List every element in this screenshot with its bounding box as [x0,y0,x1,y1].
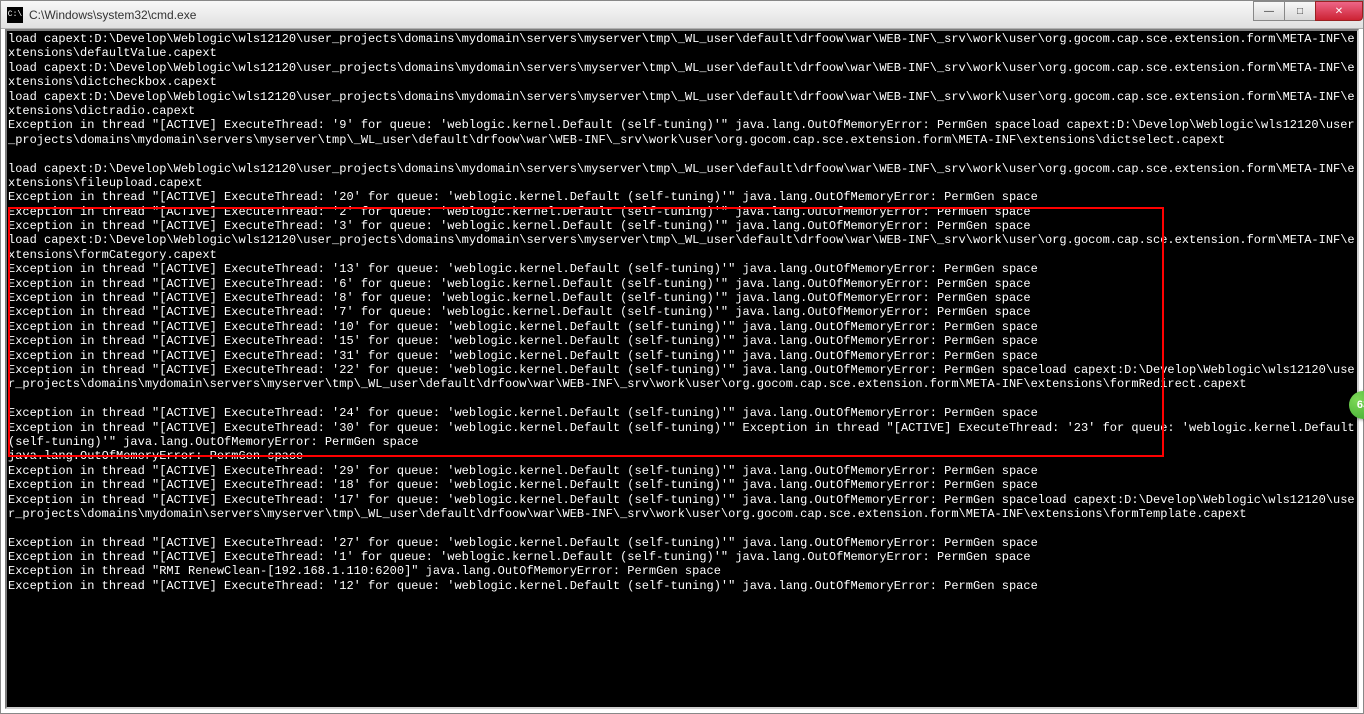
window-title: C:\Windows\system32\cmd.exe [29,8,1254,22]
window-controls: — □ ✕ [1254,1,1363,21]
maximize-button[interactable]: □ [1284,1,1316,21]
console-area: load capext:D:\Develop\Weblogic\wls12120… [5,29,1359,709]
minimize-button[interactable]: — [1253,1,1285,21]
cmd-icon: C:\ [7,7,23,23]
title-bar[interactable]: C:\ C:\Windows\system32\cmd.exe — □ ✕ [1,1,1363,29]
cmd-window: C:\ C:\Windows\system32\cmd.exe — □ ✕ lo… [0,0,1364,714]
close-button[interactable]: ✕ [1315,1,1363,21]
console-output[interactable]: load capext:D:\Develop\Weblogic\wls12120… [7,31,1357,707]
